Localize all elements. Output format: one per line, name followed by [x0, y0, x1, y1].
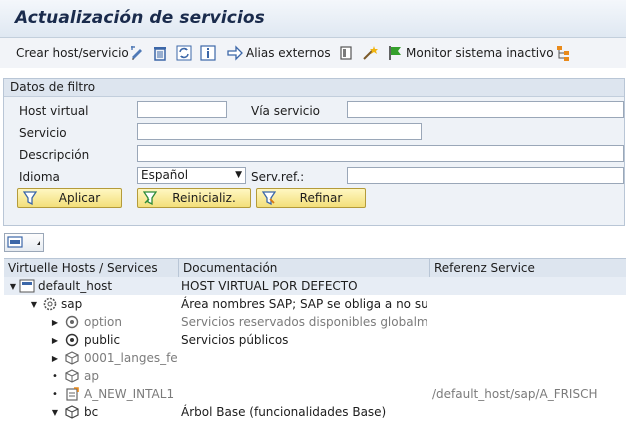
expand-icon[interactable]: ▶	[50, 313, 60, 331]
tree-row-bc[interactable]: ▼ bc Árbol Base (funcionalidades Base)	[4, 403, 626, 421]
tree-row-doc	[181, 349, 427, 367]
collapse-icon[interactable]: ▼	[29, 295, 39, 313]
package-icon	[64, 404, 80, 420]
col-virtuelle-hosts[interactable]: Virtuelle Hosts / Services	[4, 259, 179, 277]
filter-icon	[22, 190, 38, 206]
tree-row-doc	[181, 367, 427, 385]
tree-row-doc	[181, 385, 427, 403]
page-title: Actualización de servicios	[15, 8, 265, 28]
collapse-icon[interactable]: ▼	[8, 277, 18, 295]
alias-externos-label: Alias externos	[246, 46, 331, 60]
servicio-label: Servicio	[19, 126, 67, 140]
filter-reset-icon	[142, 190, 158, 206]
tree-row-name: option	[84, 315, 122, 329]
print-button[interactable]	[4, 233, 44, 252]
tree-row-name: public	[84, 333, 121, 347]
refresh-icon[interactable]	[176, 44, 192, 62]
arrow-right-icon	[227, 45, 243, 61]
delete-icon[interactable]	[152, 44, 168, 62]
col-documentacion[interactable]: Documentación	[179, 259, 430, 277]
tree-row-sap[interactable]: ▼ sap Área nombres SAP; SAP se obliga a …	[4, 295, 626, 313]
tree-row-name: A_NEW_INTAL1	[84, 387, 175, 401]
descripcion-label: Descripción	[19, 148, 90, 162]
filter-panel: Datos de filtro Host virtual Vía servici…	[3, 78, 625, 226]
tree-row-option[interactable]: ▶ option Servicios reservados disponible…	[4, 313, 626, 331]
tree-row-name: ap	[84, 369, 99, 383]
host-virtual-label: Host virtual	[19, 104, 89, 118]
idioma-value: Español	[141, 168, 189, 182]
gear-icon	[42, 296, 58, 312]
host-icon	[19, 278, 35, 294]
tree-row-doc: Árbol Base (funcionalidades Base)	[181, 405, 387, 419]
refine-filter-icon	[261, 190, 277, 206]
chevron-down-icon: ▼	[235, 170, 242, 180]
tree-row-ref	[432, 331, 626, 349]
monitor-label: Monitor sistema inactivo	[406, 46, 554, 60]
tree-row-ref	[432, 403, 626, 421]
leaf-dot-icon: •	[52, 370, 58, 382]
hierarchy-icon[interactable]	[555, 44, 571, 62]
create-host-service-label: Crear host/servicio	[16, 46, 129, 60]
tree-row-name: sap	[61, 297, 83, 311]
tree-row-ap[interactable]: • ap	[4, 367, 626, 385]
tree-row-ref	[432, 367, 626, 385]
via-servicio-label: Vía servicio	[251, 104, 320, 118]
tree-row-doc: HOST VIRTUAL POR DEFECTO	[181, 279, 358, 293]
tree-row-doc: Servicios reservados disponibles globalm…	[181, 315, 427, 329]
tree-row-doc: Área nombres SAP; SAP se obliga a no su.…	[181, 297, 427, 311]
document-icon[interactable]	[338, 44, 354, 62]
idioma-label: Idioma	[19, 170, 60, 184]
tree-row-doc: Servicios públicos	[181, 333, 289, 347]
expand-icon[interactable]: ▶	[50, 349, 60, 367]
aplicar-button[interactable]: Aplicar	[17, 188, 122, 208]
service-icon	[64, 314, 80, 330]
tree-header: Virtuelle Hosts / Services Documentación…	[4, 258, 626, 278]
tree-row-ref	[432, 295, 626, 313]
tree-row-public[interactable]: ▶ public Servicios públicos	[4, 331, 626, 349]
reference-link-icon	[64, 386, 80, 402]
flag-icon	[389, 46, 401, 60]
col-referenz-service[interactable]: Referenz Service	[430, 259, 626, 277]
tree-row-name: 0001_langes_feld	[84, 351, 178, 365]
refinar-button[interactable]: Refinar	[256, 188, 366, 208]
tree-row-0001-langes-feld[interactable]: ▶ 0001_langes_feld	[4, 349, 626, 367]
via-servicio-input[interactable]	[347, 101, 624, 118]
tree-row-ref	[432, 277, 626, 295]
package-icon	[64, 350, 80, 366]
leaf-dot-icon: •	[52, 388, 58, 400]
title-bar: Actualización de servicios	[0, 0, 626, 38]
collapse-icon[interactable]: ▼	[50, 403, 60, 421]
refinar-label: Refinar	[299, 191, 343, 205]
expand-icon[interactable]: ▶	[50, 331, 60, 349]
tree-row-name: bc	[84, 405, 99, 419]
info-icon[interactable]	[200, 44, 216, 62]
application-toolbar: Crear host/servicio Alias externos Monit…	[0, 38, 626, 68]
serv-ref-label: Serv.ref.:	[251, 170, 305, 184]
tree-row-name: default_host	[38, 279, 113, 293]
tree-row-a-new-intal1[interactable]: • A_NEW_INTAL1 /default_host/sap/A_FRISC…	[4, 385, 626, 403]
edit-icon[interactable]	[129, 44, 145, 62]
idioma-select[interactable]: Español ▼	[137, 167, 246, 184]
package-icon	[64, 368, 80, 384]
magic-wand-icon[interactable]	[362, 44, 378, 62]
monitor-sistema-inactivo-button[interactable]: Monitor sistema inactivo	[387, 44, 554, 62]
tree-row-ref: /default_host/sap/A_FRISCH	[432, 387, 598, 401]
create-host-service-button[interactable]: Crear host/servicio	[16, 44, 129, 62]
host-virtual-input[interactable]	[137, 101, 227, 118]
tree-row-ref	[432, 349, 626, 367]
serv-ref-input[interactable]	[347, 167, 624, 184]
reinicializ-label: Reinicializ.	[172, 191, 236, 205]
filter-section-title: Datos de filtro	[4, 79, 624, 97]
reinicializ-button[interactable]: Reinicializ.	[137, 188, 251, 208]
service-icon	[64, 332, 80, 348]
tree-row-default-host[interactable]: ▼ default_host HOST VIRTUAL POR DEFECTO	[4, 277, 626, 295]
aplicar-label: Aplicar	[58, 191, 101, 205]
alias-externos-button[interactable]: Alias externos	[227, 44, 331, 62]
descripcion-input[interactable]	[137, 145, 624, 162]
servicio-input[interactable]	[137, 123, 422, 140]
tree-row-ref	[432, 313, 626, 331]
